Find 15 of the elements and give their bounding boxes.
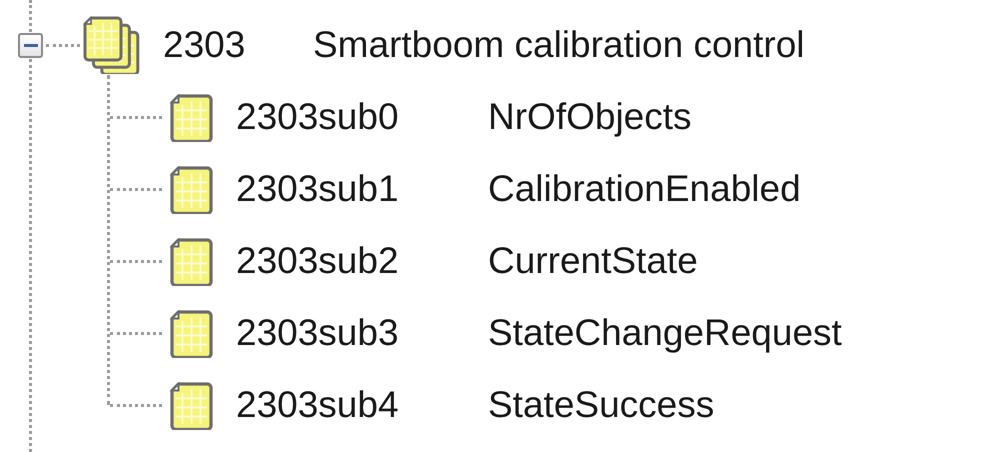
sub-name: CurrentState — [488, 240, 698, 282]
sub-name: CalibrationEnabled — [488, 168, 801, 210]
sub-index: 2303sub3 — [236, 312, 400, 354]
object-index: 2303 — [163, 24, 246, 66]
sub-index: 2303sub0 — [236, 96, 400, 138]
sub-index: 2303sub2 — [236, 240, 400, 282]
sub-name: StateChangeRequest — [488, 312, 842, 354]
sub-index: 2303sub1 — [236, 168, 400, 210]
sub-name: StateSuccess — [488, 384, 714, 426]
sub-name: NrOfObjects — [488, 96, 692, 138]
minus-icon — [24, 44, 38, 46]
object-name: Smartboom calibration control — [313, 24, 804, 66]
collapse-button[interactable] — [18, 32, 43, 58]
object-stack-icon — [83, 16, 141, 74]
sub-index: 2303sub4 — [236, 384, 400, 426]
